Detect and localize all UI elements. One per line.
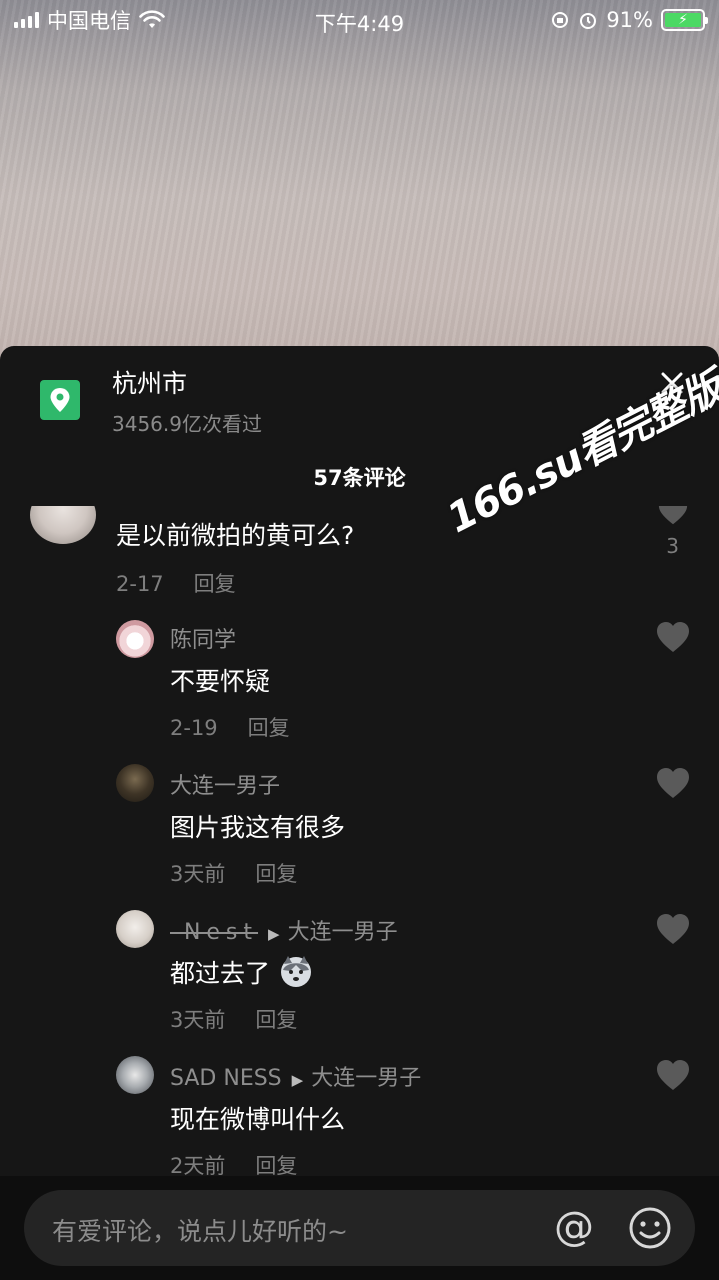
reply-button[interactable]: 回复 xyxy=(255,862,297,886)
reply-arrow-icon: ▶ xyxy=(291,1071,304,1089)
heart-icon[interactable] xyxy=(655,506,691,526)
clock-time: 下午4:49 xyxy=(314,12,405,36)
reply-target[interactable]: 大连一男子 xyxy=(288,920,398,945)
husky-emoji-icon xyxy=(280,956,311,987)
comment-date: 2-19 xyxy=(170,716,218,740)
at-mention-button[interactable]: @ xyxy=(554,1204,594,1250)
comment-text: 都过去了 xyxy=(170,954,314,990)
comment-author[interactable]: 陈同学 xyxy=(170,622,236,654)
comment-date: 3天前 xyxy=(170,1008,226,1032)
reply-button[interactable]: 回复 xyxy=(255,1154,297,1176)
heart-icon[interactable] xyxy=(655,1058,691,1092)
comment-meta: 3天前 回复 xyxy=(170,1004,297,1034)
location-views: 3456.9亿次看过 xyxy=(112,412,262,436)
comment-text: 现在微博叫什么 xyxy=(170,1105,346,1134)
comment-date: 3天前 xyxy=(170,862,226,886)
location-header[interactable]: 杭州市 3456.9亿次看过 xyxy=(40,368,262,436)
comment-date: 2-17 xyxy=(116,572,164,596)
comment-meta: 2-19 回复 xyxy=(170,712,290,742)
comment-meta: 2-17 回复 xyxy=(116,568,236,598)
location-title: 杭州市 xyxy=(112,369,188,398)
avatar[interactable] xyxy=(116,1056,154,1094)
comment-text: 是以前微拍的黄可么? xyxy=(116,521,355,550)
reply-button[interactable]: 回复 xyxy=(255,1008,297,1032)
heart-icon[interactable] xyxy=(655,766,691,800)
avatar[interactable] xyxy=(30,506,96,544)
reply-target[interactable]: 大连一男子 xyxy=(311,1066,421,1091)
heart-icon[interactable] xyxy=(655,620,691,654)
reply-button[interactable]: 回复 xyxy=(194,572,236,596)
author-name: SAD NESS xyxy=(170,1066,282,1091)
comment-author[interactable]: 大连一男子 xyxy=(170,768,280,800)
comments-sheet: 杭州市 3456.9亿次看过 57条评论 是以前微拍的黄可么? 2-17 回复 3… xyxy=(0,346,719,1280)
comment-input[interactable]: 有爱评论，说点儿好听的~ @ xyxy=(24,1190,695,1266)
comment-input-bar: 有爱评论，说点儿好听的~ @ xyxy=(0,1176,719,1280)
comment-author[interactable]: SAD NESS ▶ 大连一男子 xyxy=(170,1060,421,1092)
location-pin-icon xyxy=(40,380,80,420)
comment-author[interactable]: -Nest ▶ 大连一男子 xyxy=(170,914,398,946)
status-bar: 中国电信 下午4:49 91% ⚡ xyxy=(0,0,719,40)
avatar[interactable] xyxy=(116,620,154,658)
comment-date: 2天前 xyxy=(170,1154,226,1176)
reply-button[interactable]: 回复 xyxy=(248,716,290,740)
avatar[interactable] xyxy=(116,764,154,802)
heart-icon[interactable] xyxy=(655,912,691,946)
avatar[interactable] xyxy=(116,910,154,948)
like-count: 3 xyxy=(666,534,679,558)
comment-text: 图片我这有很多 xyxy=(170,813,346,842)
battery-icon: ⚡ xyxy=(661,9,708,31)
comment-input-placeholder: 有爱评论，说点儿好听的~ xyxy=(52,1217,348,1246)
emoji-icon[interactable] xyxy=(628,1206,672,1250)
comment-list[interactable]: 是以前微拍的黄可么? 2-17 回复 3 陈同学 不要怀疑 2-19 回复 大连一男 xyxy=(0,506,719,1176)
comment-meta: 2天前 回复 xyxy=(170,1150,297,1176)
comment-meta: 3天前 回复 xyxy=(170,858,297,888)
reply-arrow-icon: ▶ xyxy=(268,925,280,943)
background-photo xyxy=(0,0,719,360)
comment-text: 不要怀疑 xyxy=(170,667,271,696)
author-name: -Nest xyxy=(170,920,259,945)
